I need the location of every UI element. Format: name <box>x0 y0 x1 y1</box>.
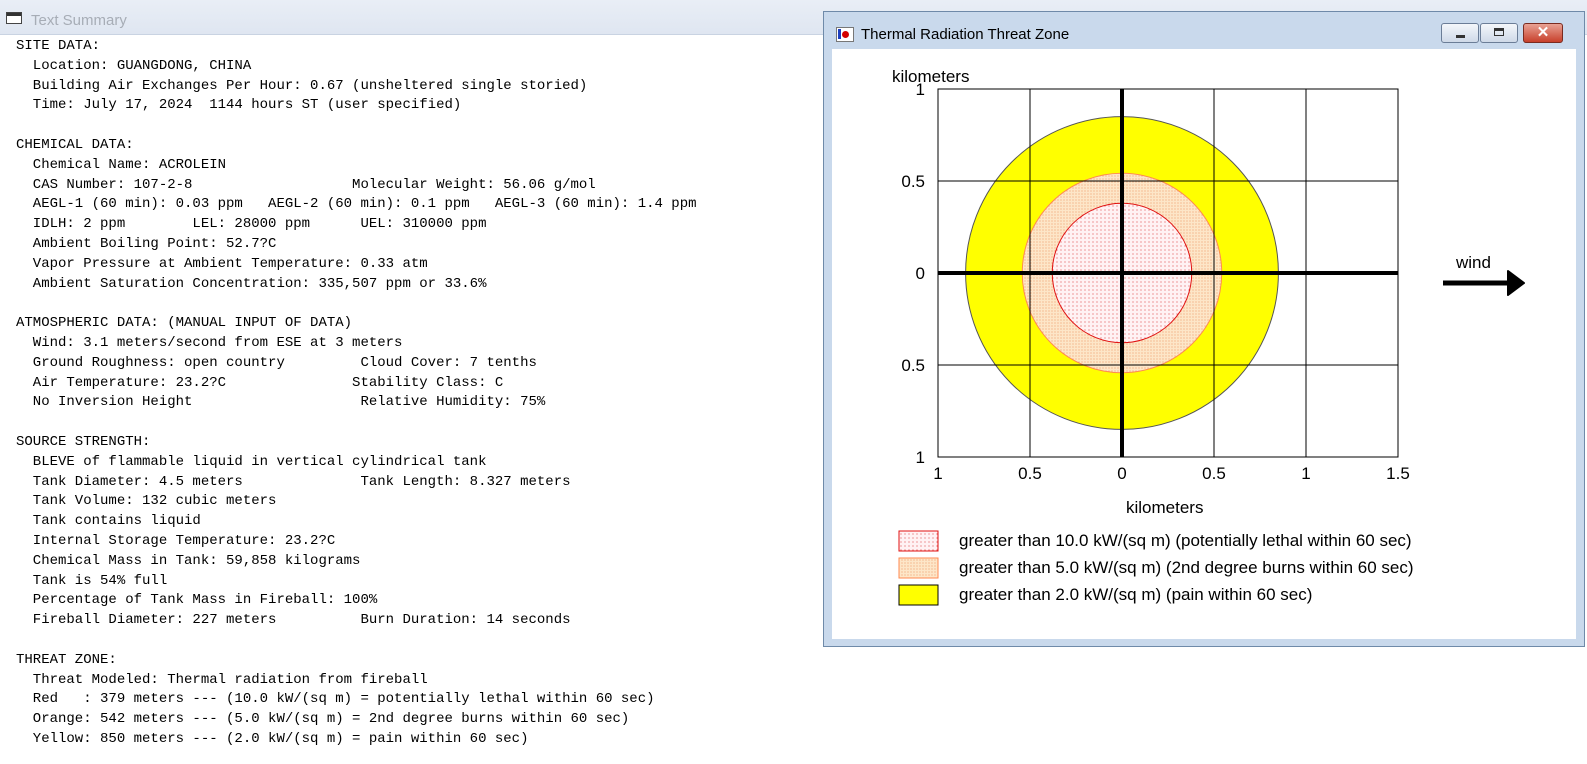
x-tick-label: 1.5 <box>1386 464 1410 483</box>
summary-line <box>16 413 836 433</box>
summary-line: CAS Number: 107-2-8 Molecular Weight: 56… <box>16 176 596 193</box>
legend-swatch-yellow <box>898 584 939 606</box>
minimize-button[interactable] <box>1441 23 1479 43</box>
legend-label-orange: greater than 5.0 kW/(sq m) (2nd degree b… <box>959 558 1414 577</box>
close-icon: ✕ <box>1536 24 1550 41</box>
summary-line: Chemical Mass in Tank: 59,858 kilograms <box>16 552 361 569</box>
minimize-icon <box>1456 35 1465 38</box>
summary-line: Yellow: 850 meters --- (2.0 kW/(sq m) = … <box>16 730 529 747</box>
legend-swatch-orange <box>898 557 939 579</box>
summary-line: THREAT ZONE: <box>16 651 117 668</box>
y-tick-label: 1 <box>916 80 925 99</box>
summary-line: AEGL-1 (60 min): 0.03 ppm AEGL-2 (60 min… <box>16 196 697 213</box>
summary-line: SOURCE STRENGTH: <box>16 433 151 450</box>
summary-line: Tank contains liquid <box>16 513 201 530</box>
summary-line: Building Air Exchanges Per Hour: 0.67 (u… <box>16 77 588 94</box>
summary-line: Ambient Boiling Point: 52.7?C <box>16 235 277 252</box>
x-tick-label: 1 <box>1301 464 1310 483</box>
summary-line: CHEMICAL DATA: <box>16 136 134 153</box>
x-tick-label: 0.5 <box>1018 464 1042 483</box>
y-tick-label: 0 <box>916 264 925 283</box>
summary-line <box>16 116 836 136</box>
threat-zone-window: Thermal Radiation Threat Zone ✕ kilomete… <box>823 11 1585 647</box>
summary-line: Tank is 54% full <box>16 572 168 589</box>
y-tick-label: 0.5 <box>901 356 925 375</box>
summary-line <box>16 631 836 651</box>
y-tick-label: 1 <box>916 448 925 467</box>
text-summary-window-title: Text Summary <box>31 12 127 29</box>
wind-arrow-icon <box>1507 270 1525 296</box>
threat-zone-window-icon <box>836 27 854 42</box>
y-tick-label: 0.5 <box>901 172 925 191</box>
maximize-icon <box>1494 28 1504 36</box>
summary-line: SITE DATA: <box>16 38 101 54</box>
x-unit-label: kilometers <box>1126 498 1203 517</box>
threat-zone-plot: kilometers kilometers wind 1 0.5 0 0.5 1 1.5 1… <box>892 67 1525 606</box>
summary-line: Tank Volume: 132 cubic meters <box>16 493 277 510</box>
summary-line: Air Temperature: 23.2?C Stability Class:… <box>16 374 504 391</box>
summary-line: Location: GUANGDONG, CHINA <box>16 57 252 74</box>
legend-swatch-red <box>898 530 939 552</box>
summary-line: Wind: 3.1 meters/second from ESE at 3 me… <box>16 334 403 351</box>
x-tick-label: 0 <box>1117 464 1126 483</box>
threat-zone-client: kilometers kilometers wind 1 0.5 0 0.5 1 1.5 1… <box>832 49 1576 639</box>
summary-line: Ambient Saturation Concentration: 335,50… <box>16 275 487 292</box>
legend-label-red: greater than 10.0 kW/(sq m) (potentially… <box>959 531 1412 550</box>
threat-zone-window-title: Thermal Radiation Threat Zone <box>861 26 1070 43</box>
summary-line: Chemical Name: ACROLEIN <box>16 156 227 173</box>
summary-line: Threat Modeled: Thermal radiation from f… <box>16 671 428 688</box>
legend-label-yellow: greater than 2.0 kW/(sq m) (pain within … <box>959 585 1312 604</box>
summary-line <box>16 294 836 314</box>
text-summary-body: SITE DATA: Location: GUANGDONG, CHINA Bu… <box>16 37 836 750</box>
summary-line: Time: July 17, 2024 1144 hours ST (user … <box>16 97 462 114</box>
summary-line: BLEVE of flammable liquid in vertical cy… <box>16 453 487 470</box>
threat-zone-titlebar[interactable]: Thermal Radiation Threat Zone ✕ <box>824 12 1584 49</box>
close-button[interactable]: ✕ <box>1523 23 1563 43</box>
x-tick-label: 1 <box>933 464 942 483</box>
summary-line: Internal Storage Temperature: 23.2?C <box>16 532 336 549</box>
wind-label: wind <box>1455 253 1491 272</box>
summary-line: Vapor Pressure at Ambient Temperature: 0… <box>16 255 428 272</box>
summary-line: Tank Diameter: 4.5 meters Tank Length: 8… <box>16 473 571 490</box>
maximize-button[interactable] <box>1480 23 1518 43</box>
summary-line: Red : 379 meters --- (10.0 kW/(sq m) = p… <box>16 691 655 708</box>
summary-line: Fireball Diameter: 227 meters Burn Durat… <box>16 612 571 629</box>
summary-line: Ground Roughness: open country Cloud Cov… <box>16 354 537 371</box>
summary-line: ATMOSPHERIC DATA: (MANUAL INPUT OF DATA) <box>16 315 353 332</box>
summary-line: IDLH: 2 ppm LEL: 28000 ppm UEL: 310000 p… <box>16 216 487 233</box>
summary-line: Percentage of Tank Mass in Fireball: 100… <box>16 592 378 609</box>
x-tick-label: 0.5 <box>1202 464 1226 483</box>
summary-line: Orange: 542 meters --- (5.0 kW/(sq m) = … <box>16 711 630 728</box>
summary-line: No Inversion Height Relative Humidity: 7… <box>16 394 546 411</box>
text-summary-window-icon <box>6 12 22 24</box>
y-unit-label: kilometers <box>892 67 969 86</box>
